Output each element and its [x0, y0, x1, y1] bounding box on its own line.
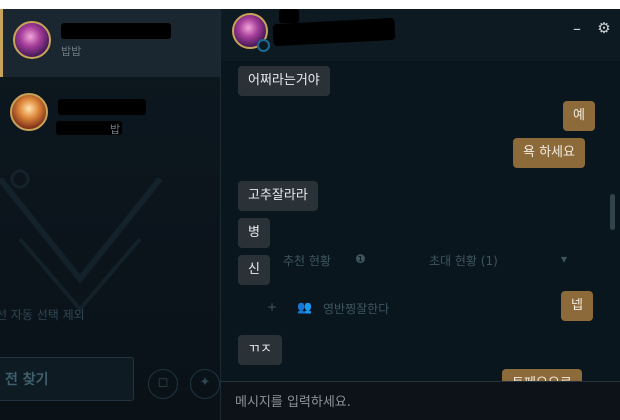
square-icon[interactable]: ◻ — [148, 369, 178, 399]
invite-label: 초대 현황 (1) — [429, 254, 498, 268]
recommend-label: 추천 현황 — [283, 254, 331, 268]
friend-status-text: 밥밥 — [61, 45, 82, 58]
message-in: 병 — [238, 218, 270, 248]
friend-row[interactable]: 밥밥 — [0, 9, 220, 77]
redacted-name — [61, 23, 171, 39]
friend-row[interactable]: 밥 — [0, 81, 220, 149]
message-out: 넵 — [561, 291, 593, 321]
friend-avatar — [10, 93, 48, 131]
gear-icon[interactable]: ⚙ — [595, 18, 613, 38]
message-out: 예 — [563, 101, 595, 131]
message-in: 신 — [238, 255, 270, 285]
message-in: 고추잘라라 — [238, 181, 318, 211]
find-match-button[interactable]: 전 찾기 — [0, 357, 134, 401]
crest-watermark-icon — [0, 169, 163, 313]
friend-avatar — [13, 21, 51, 59]
party-name: 영반찡잘한다 — [323, 302, 390, 316]
redacted-name — [279, 9, 299, 23]
friends-panel: 밥밥 밥 선 자동 선택 제외 전 찾기 ◻ ✦ — [0, 9, 221, 420]
auto-pick-label: 선 자동 선택 제외 — [0, 308, 85, 322]
minimize-icon[interactable]: – — [570, 19, 584, 39]
crest-icon[interactable]: ✦ — [190, 369, 220, 399]
message-input-bar — [221, 381, 620, 420]
chat-scrollbar[interactable] — [610, 194, 615, 230]
info-icon: ❶ — [355, 252, 366, 266]
chat-panel: – ⚙ 추천 현황 ❶ 초대 현황 (1) ▾ + 👥 영반찡잘한다 어쩌라는거… — [221, 9, 620, 420]
party-icon: 👥 — [297, 300, 312, 314]
message-in: ㄲㅈ — [238, 335, 282, 365]
message-in: 어쩌라는거야 — [238, 66, 330, 96]
message-out: 욕 하세요 — [513, 138, 585, 168]
plus-icon: + — [267, 300, 278, 314]
redacted-name — [58, 99, 146, 115]
chat-header: – ⚙ — [221, 9, 620, 61]
message-input[interactable] — [233, 388, 607, 416]
friend-status-text: 밥 — [110, 123, 121, 136]
chevron-down-icon: ▾ — [561, 252, 568, 266]
status-dot-icon — [257, 39, 270, 52]
